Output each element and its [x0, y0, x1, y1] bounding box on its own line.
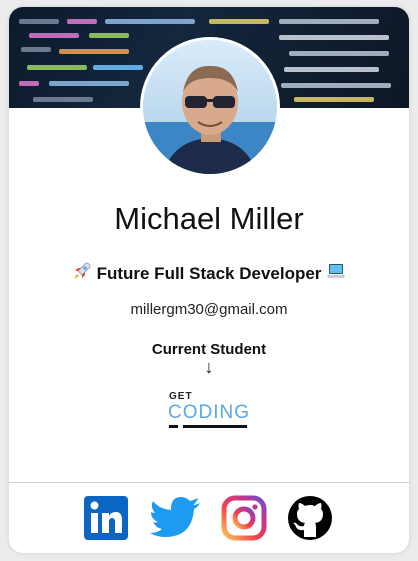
instagram-icon [221, 495, 267, 541]
logo-coding-text: CODING [168, 402, 250, 423]
rocket-icon [72, 261, 92, 286]
avatar [140, 37, 280, 177]
linkedin-icon [84, 496, 128, 540]
profile-role: Future Full Stack Developer [9, 261, 409, 286]
twitter-link[interactable] [150, 495, 202, 541]
linkedin-link[interactable] [83, 495, 129, 541]
logo-underline-short [169, 425, 178, 428]
profile-role-text: Future Full Stack Developer [96, 264, 322, 283]
email-text: millergm30@gmail.com [130, 301, 288, 318]
profile-card: Michael Miller Future Full Stack Develop… [9, 7, 409, 553]
laptop-icon [326, 261, 346, 286]
twitter-icon [150, 497, 200, 537]
github-link[interactable] [287, 495, 333, 541]
status-text: Current Student [151, 341, 267, 358]
get-coding-logo[interactable]: GET CODING [167, 391, 257, 431]
footer-divider [9, 482, 409, 483]
avatar-photo [143, 40, 277, 174]
arrow-down-icon: ↓ [204, 357, 214, 377]
profile-name: Michael Miller [114, 201, 304, 236]
logo-underline-long [183, 425, 247, 428]
instagram-link[interactable] [221, 495, 267, 541]
github-icon [288, 496, 332, 540]
logo-get-text: GET [169, 391, 193, 402]
